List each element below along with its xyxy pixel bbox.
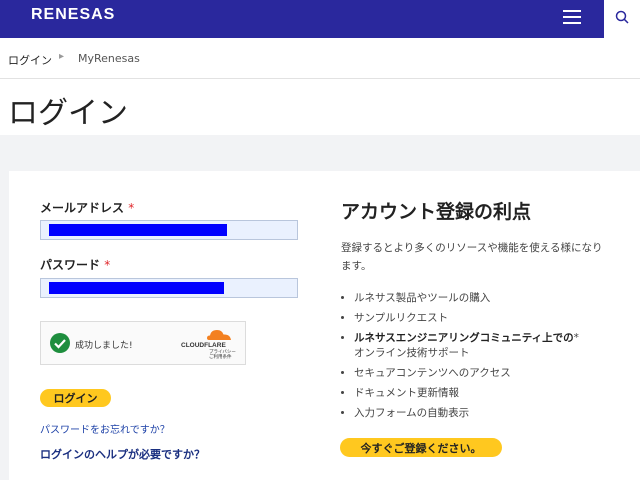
required-mark: * bbox=[104, 258, 111, 272]
email-field[interactable] bbox=[40, 220, 298, 240]
list-item: ルネサスエンジニアリングコミュニティ上での*オンライン技術サポート bbox=[354, 328, 634, 363]
search-icon bbox=[615, 10, 629, 24]
page-title: ログイン bbox=[8, 96, 128, 131]
renesas-logo[interactable]: RENESAS bbox=[31, 6, 115, 24]
login-button[interactable]: ログイン bbox=[40, 389, 111, 407]
search-button[interactable] bbox=[604, 0, 640, 38]
success-check-icon bbox=[50, 333, 70, 353]
hamburger-menu-icon[interactable] bbox=[563, 10, 581, 26]
login-card: メールアドレス * パスワード * 成功しました! CLOUDFLARE プライ… bbox=[9, 171, 640, 480]
list-item: セキュアコンテンツへのアクセス bbox=[354, 363, 634, 383]
chevron-right-icon: ▸ bbox=[59, 51, 65, 62]
list-item: ドキュメント更新情報 bbox=[354, 383, 634, 403]
password-field[interactable] bbox=[40, 278, 298, 298]
cloudflare-logo: CLOUDFLARE プライバシー ご利用条件 bbox=[181, 328, 241, 360]
redacted-email-value bbox=[49, 224, 227, 236]
site-header: RENESAS bbox=[0, 0, 604, 38]
redacted-password-value bbox=[49, 282, 224, 294]
breadcrumb-login[interactable]: ログイン bbox=[8, 52, 52, 68]
list-item: 入力フォームの自動表示 bbox=[354, 403, 634, 423]
email-label: メールアドレス * bbox=[40, 201, 135, 215]
breadcrumb-myrenesas[interactable]: MyRenesas bbox=[78, 52, 140, 65]
list-item: サンプルリクエスト bbox=[354, 308, 634, 328]
required-mark: * bbox=[128, 201, 135, 215]
benefits-list: ルネサス製品やツールの購入 サンプルリクエスト ルネサスエンジニアリングコミュニ… bbox=[340, 288, 634, 423]
cloud-icon bbox=[207, 330, 231, 340]
captcha-status: 成功しました! bbox=[75, 341, 133, 351]
forgot-password-link[interactable]: パスワードをお忘れですか？ bbox=[40, 421, 170, 436]
list-item: ルネサス製品やツールの購入 bbox=[354, 288, 634, 308]
terms-link[interactable]: ご利用条件 bbox=[209, 355, 236, 360]
benefits-description: 登録するとより多くのリソースや機能を使える様になります。 bbox=[341, 242, 603, 272]
title-bar: ログイン bbox=[0, 79, 640, 135]
cloudflare-captcha[interactable]: 成功しました! CLOUDFLARE プライバシー ご利用条件 bbox=[40, 321, 246, 365]
signup-button[interactable]: 今すぐご登録ください。 bbox=[340, 438, 502, 457]
breadcrumb: ログイン ▸ MyRenesas bbox=[0, 38, 640, 78]
login-help-link[interactable]: ログインのヘルプが必要ですか？ bbox=[40, 446, 205, 462]
benefits-title: アカウント登録の利点 bbox=[341, 201, 532, 223]
password-label: パスワード * bbox=[40, 258, 111, 272]
